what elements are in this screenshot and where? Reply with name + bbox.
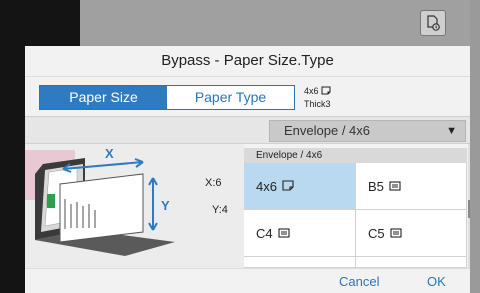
paper-size-dropdown[interactable]: Envelope / 4x6 ▼: [269, 120, 466, 142]
paper-size-dialog: Bypass - Paper Size.Type Paper Size Pape…: [25, 46, 470, 293]
y-axis-label: Y: [161, 198, 170, 213]
background-edge: [470, 0, 480, 293]
tab-bar: Paper Size Paper Type 4x6 Thick3: [25, 76, 470, 116]
size-option-c4[interactable]: C4: [244, 210, 356, 257]
ok-button[interactable]: OK: [427, 269, 446, 293]
size-list-header: Envelope / 4x6: [244, 148, 467, 163]
scrollbar-thumb[interactable]: [468, 200, 470, 218]
landscape-paper-icon: [389, 179, 401, 194]
size-option-label: C4: [256, 225, 273, 241]
tab-paper-size[interactable]: Paper Size: [40, 86, 167, 109]
portrait-paper-icon: [282, 179, 294, 194]
dropdown-arrow-icon: ▼: [446, 125, 457, 137]
size-option-4x6[interactable]: 4x6: [244, 163, 356, 210]
landscape-paper-icon: [390, 226, 402, 241]
size-option-partial: [356, 257, 467, 268]
size-option-partial: [244, 257, 356, 268]
tab-group: Paper Size Paper Type: [39, 85, 295, 110]
y-dimension-value: Y:4: [212, 204, 228, 216]
dialog-footer: Cancel OK: [25, 268, 470, 293]
portrait-paper-icon: [321, 86, 331, 98]
x-axis-label: X: [105, 146, 114, 161]
cancel-button[interactable]: Cancel: [339, 269, 379, 293]
tab-paper-type[interactable]: Paper Type: [167, 86, 294, 109]
size-list: 4x6 B5 C4 C5: [244, 163, 467, 268]
current-setting-info: 4x6 Thick3: [304, 85, 331, 110]
dropdown-value: Envelope / 4x6: [284, 123, 371, 138]
paper-diagram: X Y X:6 Y:4: [25, 144, 244, 268]
size-option-label: C5: [368, 225, 385, 241]
size-option-c5[interactable]: C5: [356, 210, 467, 257]
content-area: X Y X:6 Y:4 Envelope / 4x6 4x6 B5 C4 C5: [25, 144, 470, 268]
size-option-b5[interactable]: B5: [356, 163, 467, 210]
current-size: 4x6: [304, 86, 319, 96]
size-select-row: Envelope / 4x6 ▼: [25, 116, 470, 144]
landscape-paper-icon: [278, 226, 290, 241]
list-scrollbar[interactable]: [468, 144, 470, 268]
current-type: Thick3: [304, 99, 331, 109]
size-option-label: 4x6: [256, 178, 277, 194]
size-option-label: B5: [368, 178, 384, 194]
x-dimension-value: X:6: [205, 177, 222, 189]
dialog-title: Bypass - Paper Size.Type: [161, 52, 334, 69]
job-status-icon[interactable]: [420, 10, 446, 36]
